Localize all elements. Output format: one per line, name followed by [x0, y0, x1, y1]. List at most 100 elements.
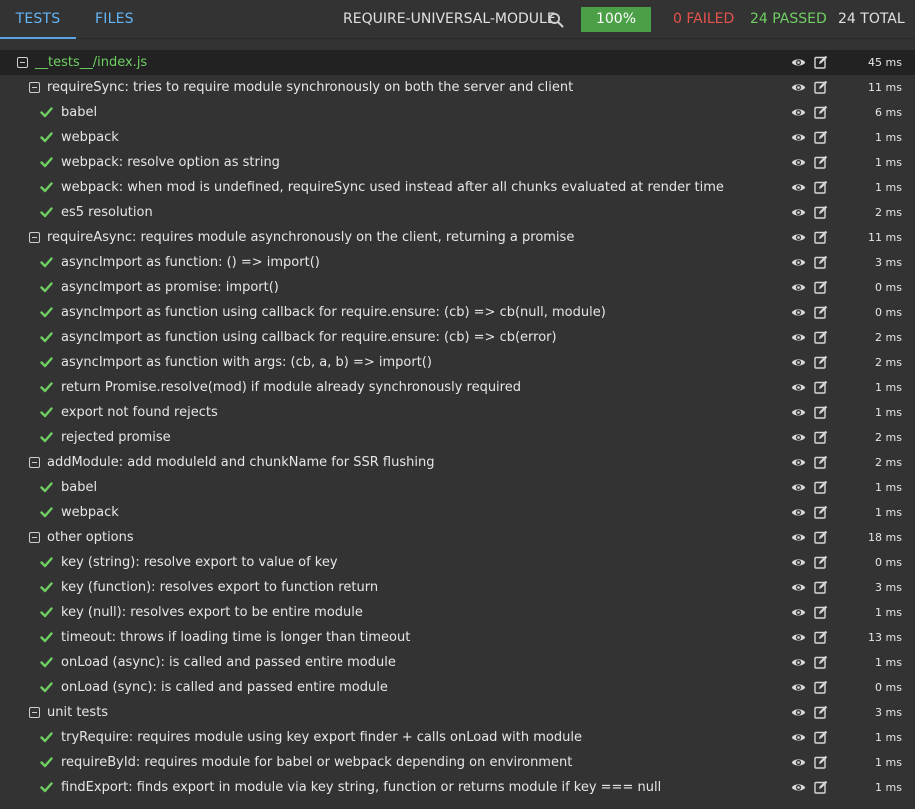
eye-icon[interactable]	[791, 257, 806, 268]
test-row[interactable]: webpack 1 ms	[0, 125, 915, 150]
edit-icon[interactable]	[814, 155, 828, 169]
collapse-toggle-icon[interactable]	[29, 457, 40, 468]
edit-icon[interactable]	[814, 180, 828, 194]
eye-icon[interactable]	[791, 757, 806, 768]
edit-icon[interactable]	[814, 530, 828, 544]
test-row[interactable]: babel 1 ms	[0, 475, 915, 500]
eye-icon[interactable]	[791, 182, 806, 193]
tab-files[interactable]: FILES	[95, 0, 134, 39]
test-group-row[interactable]: requireSync: tries to require module syn…	[0, 75, 915, 100]
tab-tests[interactable]: TESTS	[0, 0, 76, 39]
eye-icon[interactable]	[791, 482, 806, 493]
edit-icon[interactable]	[814, 330, 828, 344]
eye-icon[interactable]	[791, 132, 806, 143]
eye-icon[interactable]	[791, 57, 806, 68]
edit-icon[interactable]	[814, 555, 828, 569]
test-row[interactable]: es5 resolution 2 ms	[0, 200, 915, 225]
eye-icon[interactable]	[791, 507, 806, 518]
test-row[interactable]: webpack 1 ms	[0, 500, 915, 525]
edit-icon[interactable]	[814, 55, 828, 69]
eye-icon[interactable]	[791, 632, 806, 643]
eye-icon[interactable]	[791, 357, 806, 368]
test-row[interactable]: return Promise.resolve(mod) if module al…	[0, 375, 915, 400]
search-icon[interactable]	[548, 12, 564, 28]
eye-icon[interactable]	[791, 282, 806, 293]
edit-icon[interactable]	[814, 680, 828, 694]
eye-icon[interactable]	[791, 532, 806, 543]
edit-icon[interactable]	[814, 380, 828, 394]
eye-icon[interactable]	[791, 207, 806, 218]
test-row[interactable]: requireById: requires module for babel o…	[0, 750, 915, 775]
edit-icon[interactable]	[814, 355, 828, 369]
edit-icon[interactable]	[814, 580, 828, 594]
test-row[interactable]: findExport: finds export in module via k…	[0, 775, 915, 800]
edit-icon[interactable]	[814, 655, 828, 669]
edit-icon[interactable]	[814, 230, 828, 244]
eye-icon[interactable]	[791, 107, 806, 118]
edit-icon[interactable]	[814, 105, 828, 119]
test-row[interactable]: tryRequire: requires module using key ex…	[0, 725, 915, 750]
collapse-toggle-icon[interactable]	[17, 57, 28, 68]
collapse-toggle-icon[interactable]	[29, 532, 40, 543]
test-row[interactable]: key (null): resolves export to be entire…	[0, 600, 915, 625]
eye-icon[interactable]	[791, 307, 806, 318]
test-group-row[interactable]: addModule: add moduleId and chunkName fo…	[0, 450, 915, 475]
eye-icon[interactable]	[791, 607, 806, 618]
test-row[interactable]: onLoad (sync): is called and passed enti…	[0, 675, 915, 700]
test-group-row[interactable]: unit tests 3 ms	[0, 700, 915, 725]
edit-icon[interactable]	[814, 780, 828, 794]
collapse-toggle-icon[interactable]	[29, 707, 40, 718]
test-row[interactable]: webpack: resolve option as string 1 ms	[0, 150, 915, 175]
edit-icon[interactable]	[814, 755, 828, 769]
edit-icon[interactable]	[814, 205, 828, 219]
test-row[interactable]: rejected promise 2 ms	[0, 425, 915, 450]
test-row[interactable]: asyncImport as function using callback f…	[0, 300, 915, 325]
eye-icon[interactable]	[791, 157, 806, 168]
eye-icon[interactable]	[791, 332, 806, 343]
eye-icon[interactable]	[791, 732, 806, 743]
test-group-row[interactable]: requireAsync: requires module asynchrono…	[0, 225, 915, 250]
edit-icon[interactable]	[814, 705, 828, 719]
test-group-row[interactable]: other options 18 ms	[0, 525, 915, 550]
eye-icon[interactable]	[791, 682, 806, 693]
edit-icon[interactable]	[814, 505, 828, 519]
eye-icon[interactable]	[791, 407, 806, 418]
edit-icon[interactable]	[814, 605, 828, 619]
test-row[interactable]: timeout: throws if loading time is longe…	[0, 625, 915, 650]
edit-icon[interactable]	[814, 455, 828, 469]
edit-icon[interactable]	[814, 480, 828, 494]
test-file-row[interactable]: __tests__/index.js 45 ms	[0, 50, 915, 75]
test-row[interactable]: asyncImport as function using callback f…	[0, 325, 915, 350]
edit-icon[interactable]	[814, 280, 828, 294]
edit-icon[interactable]	[814, 80, 828, 94]
eye-icon[interactable]	[791, 382, 806, 393]
test-row[interactable]: export not found rejects 1 ms	[0, 400, 915, 425]
edit-icon[interactable]	[814, 405, 828, 419]
test-row[interactable]: onLoad (async): is called and passed ent…	[0, 650, 915, 675]
eye-icon[interactable]	[791, 82, 806, 93]
test-row[interactable]: asyncImport as promise: import() 0 ms	[0, 275, 915, 300]
test-row[interactable]: key (function): resolves export to funct…	[0, 575, 915, 600]
eye-icon[interactable]	[791, 557, 806, 568]
collapse-toggle-icon[interactable]	[29, 232, 40, 243]
edit-icon[interactable]	[814, 630, 828, 644]
edit-icon[interactable]	[814, 730, 828, 744]
edit-icon[interactable]	[814, 430, 828, 444]
collapse-toggle-icon[interactable]	[29, 82, 40, 93]
test-row[interactable]: asyncImport as function: () => import() 3…	[0, 250, 915, 275]
edit-icon[interactable]	[814, 255, 828, 269]
eye-icon[interactable]	[791, 707, 806, 718]
test-row[interactable]: webpack: when mod is undefined, requireS…	[0, 175, 915, 200]
eye-icon[interactable]	[791, 657, 806, 668]
eye-icon[interactable]	[791, 432, 806, 443]
test-row[interactable]: asyncImport as function with args: (cb, …	[0, 350, 915, 375]
eye-icon[interactable]	[791, 457, 806, 468]
eye-icon[interactable]	[791, 232, 806, 243]
test-row[interactable]: key (string): resolve export to value of…	[0, 550, 915, 575]
eye-icon[interactable]	[791, 582, 806, 593]
eye-icon[interactable]	[791, 782, 806, 793]
test-row[interactable]: babel 6 ms	[0, 100, 915, 125]
row-label: timeout: throws if loading time is longe…	[61, 630, 411, 645]
edit-icon[interactable]	[814, 305, 828, 319]
edit-icon[interactable]	[814, 130, 828, 144]
